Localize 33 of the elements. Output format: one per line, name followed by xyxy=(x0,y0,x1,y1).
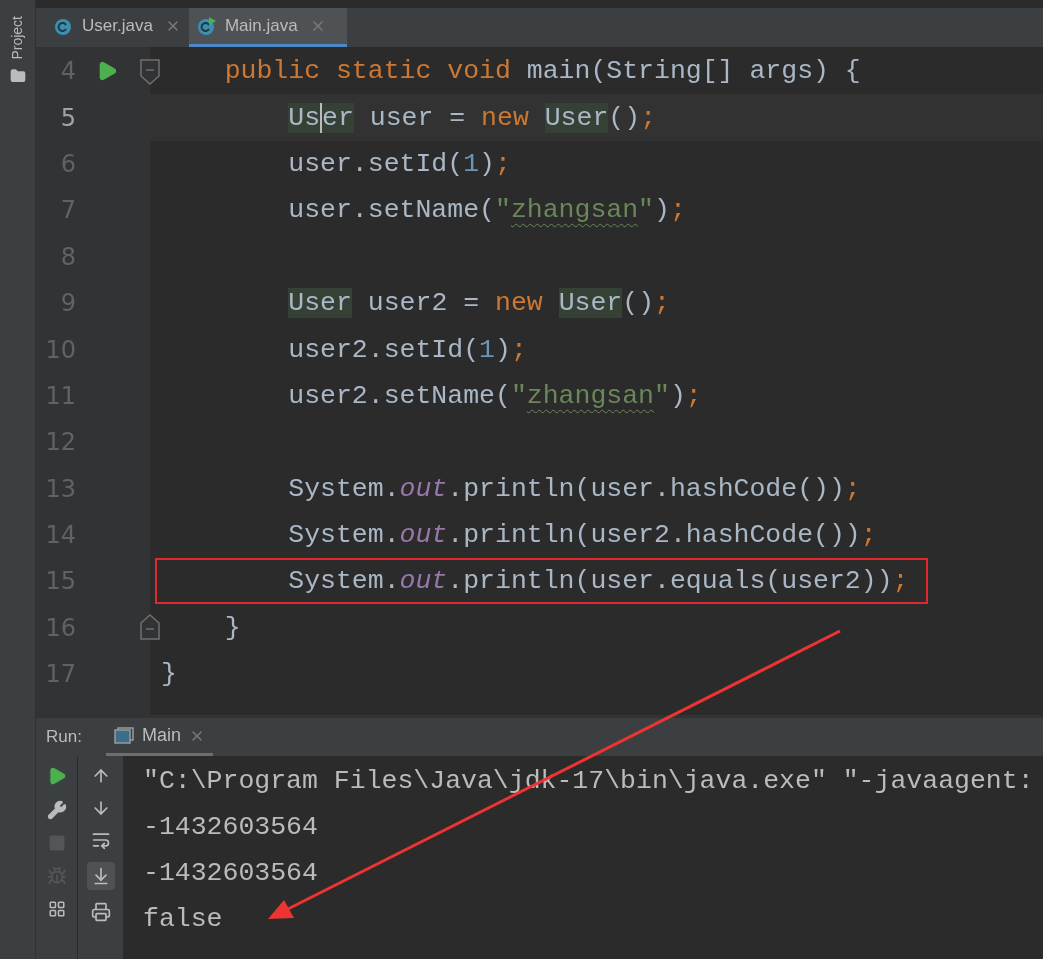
code-line: user.setId(1); xyxy=(287,147,512,181)
folder-icon xyxy=(9,67,26,84)
code-line: user2.setName("zhangsan"); xyxy=(287,379,703,413)
code-line: } xyxy=(160,658,178,692)
code-line: User user2 = new User(); xyxy=(287,287,671,321)
tab-label: Main.java xyxy=(224,15,298,38)
code-line: } xyxy=(223,611,242,645)
console-icon xyxy=(113,726,134,745)
console-line: -1432603564 xyxy=(143,811,318,845)
code-line: public static void main(String[] args) { xyxy=(223,55,862,89)
scroll-to-end-button[interactable] xyxy=(86,862,115,890)
code-line: user2.setId(1); xyxy=(287,333,528,367)
project-tool-tab[interactable]: Project xyxy=(7,16,28,60)
tab-label: User.java xyxy=(82,15,153,38)
runnable-class-icon xyxy=(196,16,217,36)
print-icon[interactable] xyxy=(90,902,111,922)
layout-icon[interactable] xyxy=(47,900,66,918)
run-panel-title: Run: xyxy=(46,726,82,749)
fold-icon[interactable] xyxy=(139,612,161,641)
code-line: user.setName("zhangsan"); xyxy=(287,194,687,228)
class-icon xyxy=(54,16,74,36)
code-line: User user = new User(); xyxy=(287,101,658,135)
console-line: false xyxy=(143,903,223,937)
code-line: System.out.println(user.hashCode()); xyxy=(287,472,862,506)
run-tab[interactable]: Main xyxy=(105,718,213,756)
fold-icon[interactable] xyxy=(139,58,161,86)
soft-wrap-icon[interactable] xyxy=(90,830,111,850)
editor-tab[interactable]: User.java xyxy=(46,8,189,47)
line-number: 5 xyxy=(59,102,76,134)
editor-tab[interactable]: Main.java xyxy=(188,8,347,47)
console-line: -1432603564 xyxy=(143,857,318,891)
code-line: System.out.println(user2.hashCode()); xyxy=(287,519,878,553)
wrench-icon[interactable] xyxy=(46,800,67,820)
